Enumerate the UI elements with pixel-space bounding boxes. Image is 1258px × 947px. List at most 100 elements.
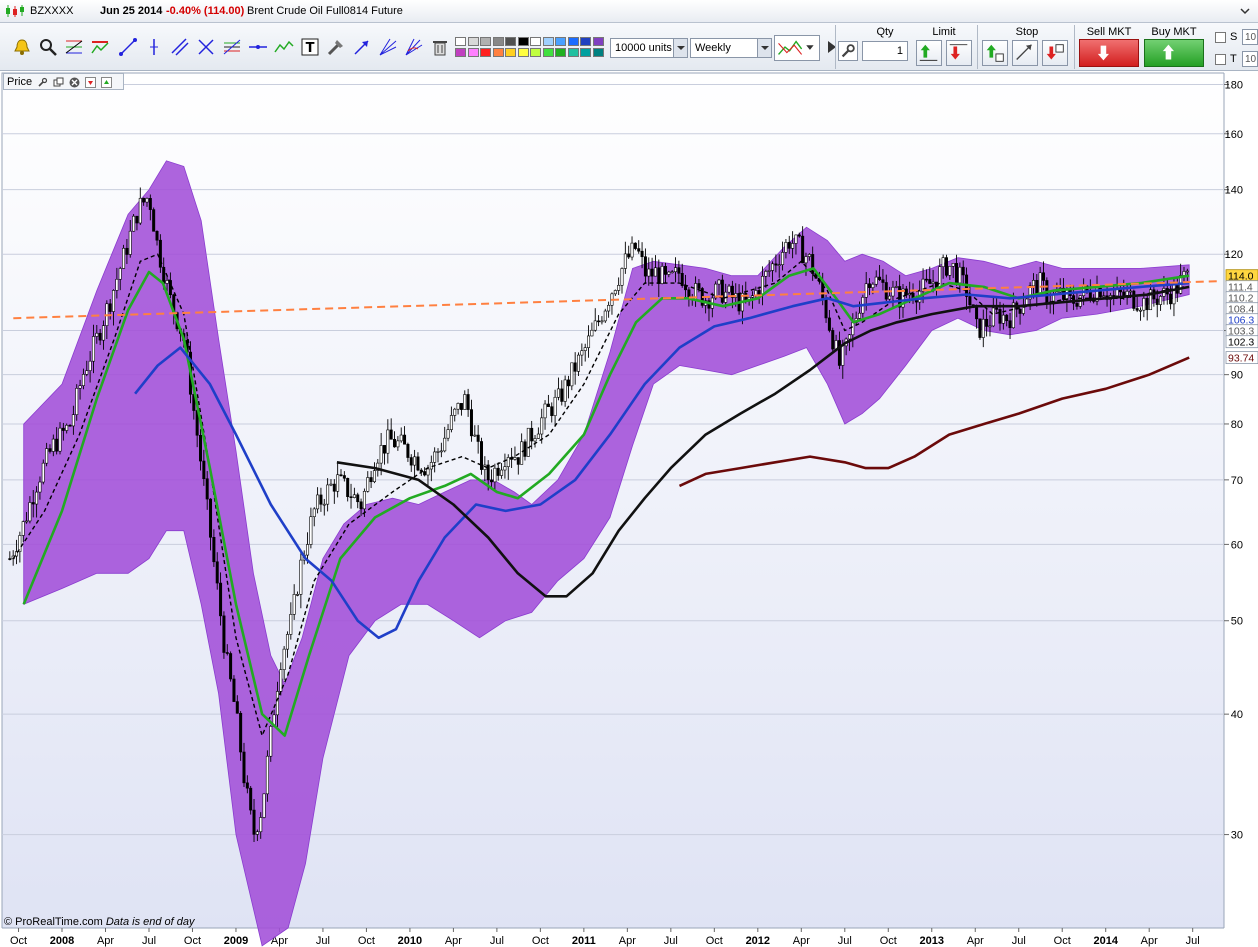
palette-swatch[interactable]	[455, 48, 466, 57]
candle-body	[429, 462, 433, 470]
arrow-icon[interactable]	[352, 37, 372, 57]
s-checkbox[interactable]	[1215, 32, 1226, 43]
tools-icon[interactable]	[326, 37, 346, 57]
candle-body	[858, 312, 862, 319]
channel-icon[interactable]	[170, 37, 190, 57]
palette-swatch[interactable]	[542, 48, 554, 57]
trash-icon[interactable]	[430, 37, 450, 57]
pattern-icon[interactable]	[90, 37, 110, 57]
palette-swatch[interactable]	[517, 37, 529, 46]
cross-lines-icon[interactable]	[196, 37, 216, 57]
regression-icon[interactable]	[222, 37, 242, 57]
candle-body	[205, 478, 209, 500]
s-value-field[interactable]: 10	[1242, 29, 1258, 45]
candle-body	[326, 484, 330, 505]
palette-swatch[interactable]	[455, 37, 466, 46]
candle-body	[533, 438, 537, 442]
t-value-field[interactable]: 10	[1242, 51, 1258, 67]
sell-stop-button[interactable]	[1042, 40, 1068, 66]
wrench-icon[interactable]	[838, 41, 858, 61]
timeframe-select[interactable]: Weekly	[690, 38, 772, 58]
candle-body	[245, 782, 249, 789]
x-tick-label: 2009	[224, 935, 248, 947]
buy-market-button[interactable]	[1144, 39, 1204, 67]
alarm-bell-icon[interactable]	[12, 37, 32, 57]
text-tool-icon[interactable]: T	[300, 37, 320, 57]
vertical-line-icon[interactable]	[144, 37, 164, 57]
candle-body	[500, 469, 504, 476]
candle-body	[319, 494, 323, 505]
candle-body	[409, 457, 413, 466]
candle-body	[540, 417, 544, 435]
fibonacci-fan-icon[interactable]	[64, 37, 84, 57]
timeframe-dropdown-icon[interactable]	[757, 39, 771, 57]
palette-swatch[interactable]	[580, 37, 591, 46]
candle-body	[426, 468, 430, 476]
buy-limit-button[interactable]	[916, 40, 942, 66]
palette-swatch[interactable]	[530, 37, 541, 46]
palette-swatch[interactable]	[480, 37, 491, 46]
x-tick-label: 2014	[1093, 935, 1118, 947]
units-select[interactable]: 10000 units	[610, 38, 688, 58]
zigzag-icon[interactable]	[274, 37, 294, 57]
trailing-stop-button[interactable]	[1012, 40, 1038, 66]
candle-body	[878, 276, 882, 281]
candle-body	[1132, 290, 1136, 309]
duplicate-icon[interactable]	[53, 77, 64, 88]
gann-fan-icon[interactable]	[404, 37, 424, 57]
palette-swatch[interactable]	[505, 48, 516, 57]
units-dropdown-icon[interactable]	[673, 39, 687, 57]
palette-swatch[interactable]	[555, 37, 566, 46]
move-up-icon[interactable]	[101, 76, 113, 88]
speed-lines-icon[interactable]	[378, 37, 398, 57]
sell-market-button[interactable]	[1079, 39, 1139, 67]
candle-body	[112, 290, 116, 312]
candle-body	[995, 307, 999, 310]
buy-stop-button[interactable]	[982, 40, 1008, 66]
palette-swatch[interactable]	[542, 37, 554, 46]
candle-body	[88, 360, 92, 371]
palette-swatch[interactable]	[517, 48, 529, 57]
palette-swatch[interactable]	[492, 37, 504, 46]
palette-swatch[interactable]	[480, 48, 491, 57]
zoom-icon[interactable]	[38, 37, 58, 57]
chart-area[interactable]: 30 40 50 60 70 80 90 120 140 160 180 Oct 2008 Apr Jul O…	[0, 71, 1258, 947]
candlestick-icon[interactable]	[4, 4, 26, 18]
trendline-icon[interactable]	[118, 37, 138, 57]
palette-swatch[interactable]	[467, 37, 479, 46]
palette-swatch[interactable]	[592, 37, 604, 46]
candle-body	[520, 441, 524, 465]
palette-swatch[interactable]	[567, 48, 579, 57]
close-icon[interactable]	[69, 77, 80, 88]
palette-swatch[interactable]	[592, 48, 604, 57]
candle-body	[781, 252, 785, 265]
chevron-down-icon[interactable]	[1240, 6, 1250, 16]
candle-body	[811, 254, 815, 274]
candle-body	[329, 483, 333, 486]
palette-swatch[interactable]	[555, 48, 566, 57]
palette-swatch[interactable]	[505, 37, 516, 46]
palette-swatch[interactable]	[567, 37, 579, 46]
candle-body	[643, 256, 647, 277]
candle-body	[155, 230, 159, 241]
palette-swatch[interactable]	[467, 48, 479, 57]
color-palette[interactable]	[455, 37, 607, 59]
sell-limit-button[interactable]	[946, 40, 972, 66]
t-checkbox[interactable]	[1215, 54, 1226, 65]
palette-swatch[interactable]	[492, 48, 504, 57]
candle-body	[961, 266, 965, 276]
candle-body	[292, 594, 296, 615]
wrench-icon[interactable]	[37, 77, 48, 88]
x-tick-label: Apr	[97, 935, 114, 947]
candle-body	[955, 263, 959, 284]
candle-body	[1139, 309, 1143, 312]
price-chart[interactable]: 30 40 50 60 70 80 90 120 140 160 180 Oct 2008 Apr Jul O…	[0, 71, 1258, 947]
palette-swatch[interactable]	[580, 48, 591, 57]
qty-input[interactable]	[862, 41, 908, 61]
move-down-icon[interactable]	[85, 76, 97, 88]
chart-style-button[interactable]	[774, 35, 820, 61]
candle-body	[466, 394, 470, 410]
palette-swatch[interactable]	[530, 48, 541, 57]
y-tick-label: 40	[1231, 709, 1243, 721]
horizontal-line-icon[interactable]	[248, 37, 268, 57]
